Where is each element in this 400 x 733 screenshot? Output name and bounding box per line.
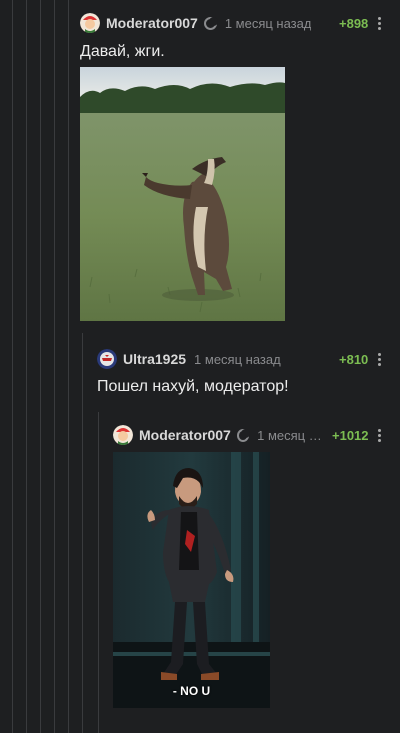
timestamp[interactable]: 1 месяц на... xyxy=(257,428,328,443)
thread-line xyxy=(82,333,83,733)
moon-icon xyxy=(236,428,251,442)
thread-line xyxy=(26,0,27,733)
thread-line xyxy=(68,0,69,733)
timestamp[interactable]: 1 месяц назад xyxy=(225,16,312,31)
thread-line xyxy=(12,0,13,733)
thread-line xyxy=(54,0,55,733)
comment-score: +1012 xyxy=(332,428,369,443)
anteater-photo xyxy=(80,67,285,321)
comment-text: Пошел нахуй, модератор! xyxy=(97,378,289,395)
keanu-gif xyxy=(113,452,270,708)
avatar[interactable] xyxy=(97,349,117,369)
comment-text: Давай, жги. xyxy=(80,43,165,60)
moon-icon xyxy=(203,16,218,30)
avatar[interactable] xyxy=(113,425,133,445)
more-vertical-icon[interactable] xyxy=(374,353,384,366)
username[interactable]: Moderator007 xyxy=(106,15,198,31)
comment-header: Moderator007 1 месяц на... xyxy=(113,424,328,446)
comment-header: Ultra1925 1 месяц назад xyxy=(97,348,330,370)
username[interactable]: Ultra1925 xyxy=(123,351,186,367)
comment-score: +810 xyxy=(339,352,369,367)
username[interactable]: Moderator007 xyxy=(139,427,231,443)
timestamp[interactable]: 1 месяц назад xyxy=(194,352,281,367)
comment-image[interactable] xyxy=(80,67,285,321)
comment-header: Moderator007 1 месяц назад xyxy=(80,12,330,34)
comment-gif[interactable]: - NO U xyxy=(113,452,270,708)
gif-caption: - NO U xyxy=(172,684,211,698)
more-vertical-icon[interactable] xyxy=(374,429,384,442)
thread-line xyxy=(40,0,41,733)
more-vertical-icon[interactable] xyxy=(374,17,384,30)
thread-line xyxy=(98,412,99,733)
avatar[interactable] xyxy=(80,13,100,33)
comment-score: +898 xyxy=(339,16,369,31)
